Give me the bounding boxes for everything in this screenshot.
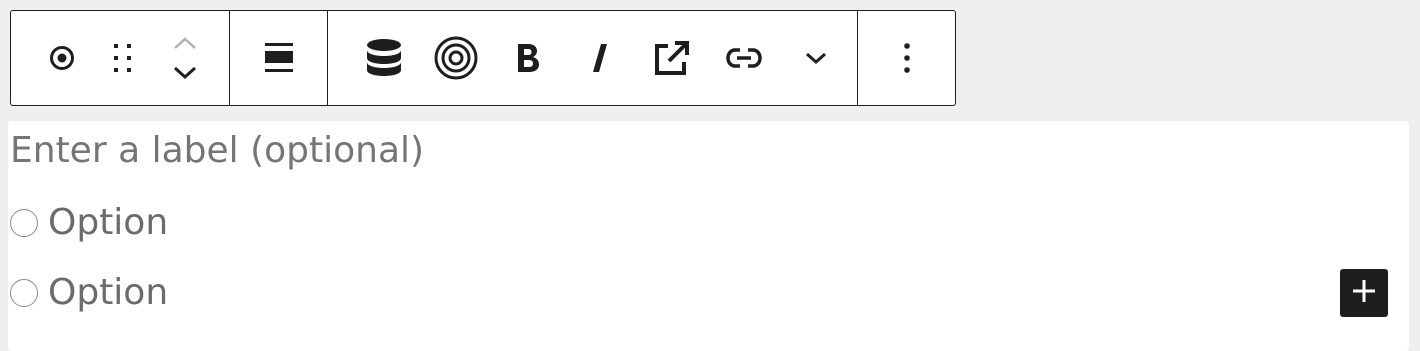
link-button[interactable] [708,22,780,94]
external-link-icon [654,40,690,76]
link-icon [726,46,762,70]
toolbar-group-align [229,11,327,105]
radio-button[interactable] [10,209,38,237]
label-input[interactable]: Enter a label (optional) [10,127,424,175]
align-button[interactable] [243,22,315,94]
block-type-icon [49,45,75,71]
move-up-button[interactable] [165,28,205,58]
radio-form-block: Enter a label (optional) Option Option [8,121,1409,351]
database-icon [366,38,402,78]
toolbar-group-format [327,11,857,105]
target-button[interactable] [420,22,492,94]
option-label[interactable]: Option [48,199,168,247]
open-in-new-tab-button[interactable] [636,22,708,94]
block-toolbar [10,10,956,106]
data-source-button[interactable] [348,22,420,94]
align-icon [263,41,295,75]
bold-icon [515,42,541,74]
option-row: Option [10,199,168,247]
italic-icon [591,42,609,74]
move-down-icon [172,65,198,81]
block-type-button[interactable] [33,22,91,94]
more-formats-button[interactable] [780,22,852,94]
chevron-down-icon [804,51,828,65]
option-row: Option [10,269,168,317]
plus-icon [1351,278,1377,308]
target-icon [433,35,479,81]
more-options-icon [903,42,911,74]
italic-button[interactable] [564,22,636,94]
toolbar-group-options [857,11,955,105]
toolbar-group-block [11,11,229,105]
drag-handle-button[interactable] [91,22,155,94]
option-label[interactable]: Option [48,269,168,317]
add-block-button[interactable] [1340,269,1388,317]
drag-handle-icon [112,43,134,73]
more-options-button[interactable] [871,22,943,94]
move-down-button[interactable] [165,58,205,88]
radio-button[interactable] [10,279,38,307]
move-up-icon [172,35,198,51]
block-mover [155,22,215,94]
bold-button[interactable] [492,22,564,94]
